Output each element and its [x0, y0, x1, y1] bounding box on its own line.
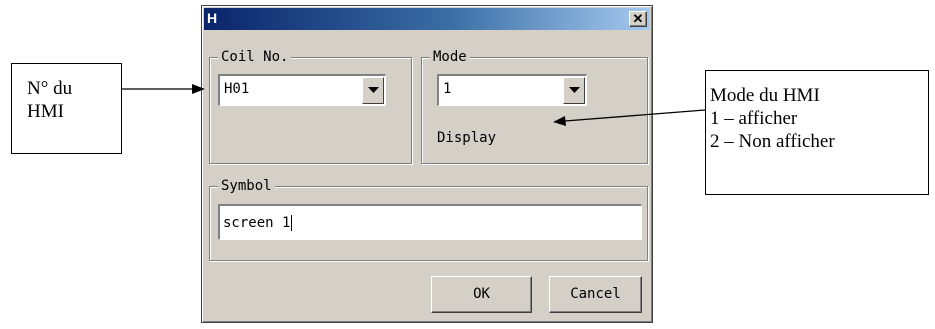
- arrow-icon: [553, 109, 706, 126]
- annotation-arrows: [122, 84, 706, 126]
- arrow-icon: [122, 84, 205, 94]
